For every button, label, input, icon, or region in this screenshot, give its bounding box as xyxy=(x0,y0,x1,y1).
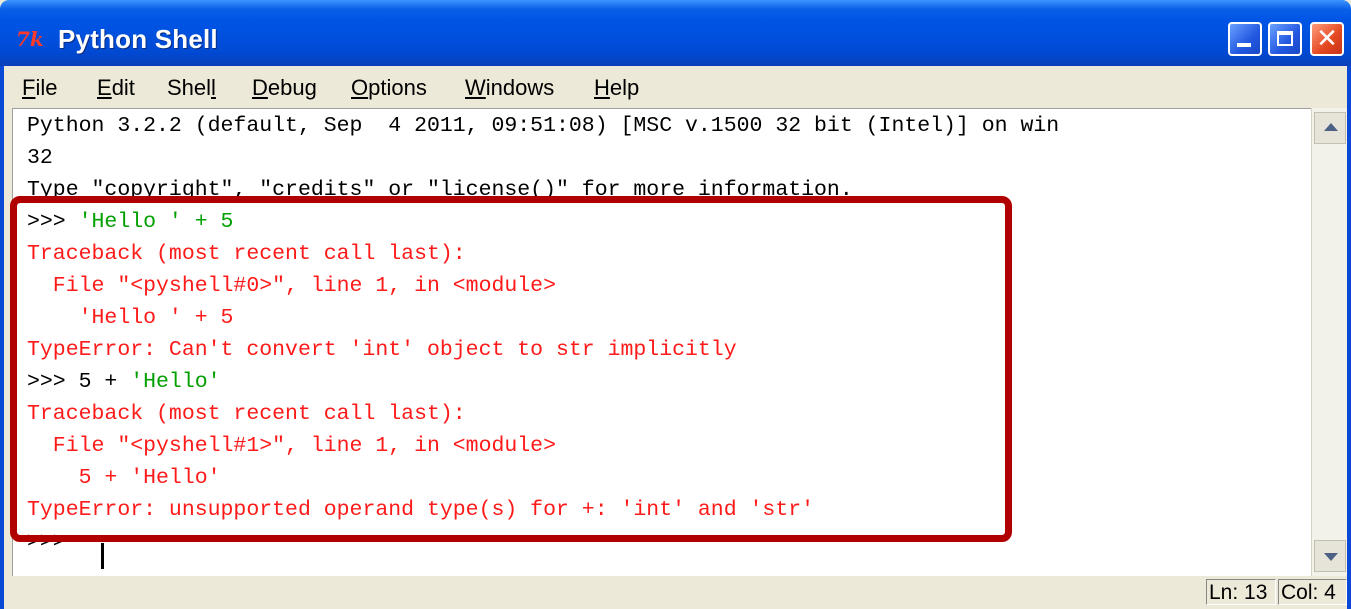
highlight-annotation-box xyxy=(10,196,1012,542)
menu-debug[interactable]: Debug xyxy=(252,76,317,100)
title-bar[interactable]: 7k Python Shell ✕ xyxy=(0,0,1351,66)
menu-bar: File Edit Shell Debug Options Windows He… xyxy=(4,66,1347,106)
window-frame-right xyxy=(1347,66,1351,609)
menu-file[interactable]: File xyxy=(22,76,57,100)
maximize-icon xyxy=(1277,31,1293,46)
window-frame-left xyxy=(0,66,4,609)
minimize-button[interactable] xyxy=(1228,22,1262,56)
arrow-down-icon xyxy=(1324,553,1338,561)
python-tk-icon: 7k xyxy=(16,27,44,51)
menu-edit[interactable]: Edit xyxy=(97,76,135,100)
maximize-button[interactable] xyxy=(1268,22,1302,56)
menu-shell[interactable]: Shell xyxy=(167,76,216,100)
text-cursor xyxy=(101,543,104,569)
status-bar: Ln: 13 Col: 4 xyxy=(4,576,1347,609)
minimize-icon xyxy=(1237,43,1251,47)
scroll-down-button[interactable] xyxy=(1314,540,1346,572)
close-button[interactable]: ✕ xyxy=(1310,22,1344,56)
shell-line-banner-wrap: 32 xyxy=(27,146,53,170)
menu-windows[interactable]: Windows xyxy=(465,76,554,100)
menu-options[interactable]: Options xyxy=(351,76,427,100)
vertical-scrollbar[interactable] xyxy=(1311,108,1347,576)
close-icon: ✕ xyxy=(1316,24,1338,54)
status-line-number: Ln: 13 xyxy=(1206,579,1276,605)
scroll-up-button[interactable] xyxy=(1314,112,1346,144)
arrow-up-icon xyxy=(1324,123,1338,131)
shell-line-banner: Python 3.2.2 (default, Sep 4 2011, 09:51… xyxy=(27,114,1060,138)
window-title: Python Shell xyxy=(58,24,218,54)
menu-help[interactable]: Help xyxy=(594,76,639,100)
status-column-number: Col: 4 xyxy=(1278,579,1347,605)
